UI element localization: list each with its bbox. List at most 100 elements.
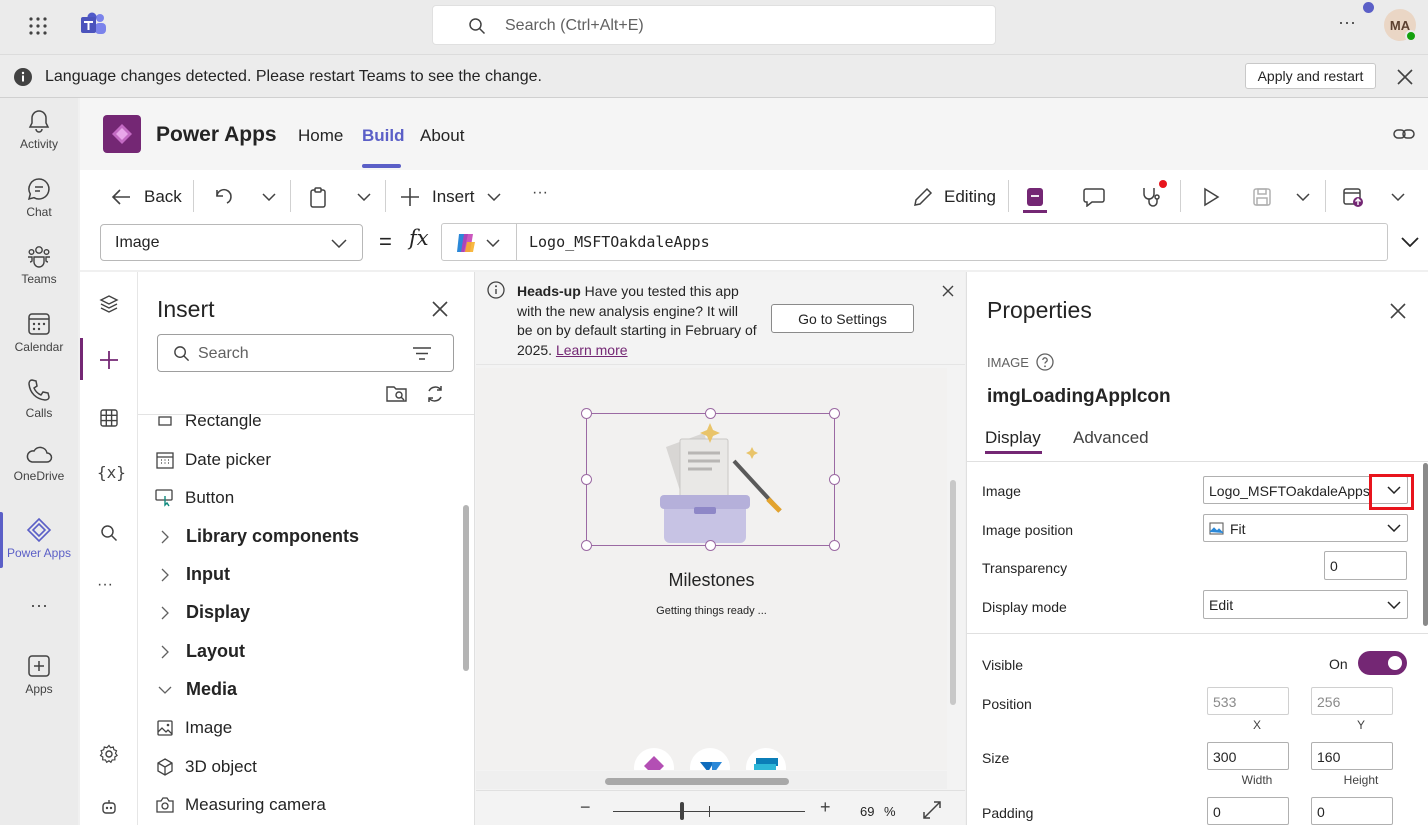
close-icon[interactable] <box>1388 301 1408 321</box>
tab-display[interactable]: Display <box>985 428 1041 448</box>
resize-handle[interactable] <box>829 474 840 485</box>
filter-icon[interactable] <box>413 347 431 360</box>
publish-icon[interactable] <box>1339 183 1367 211</box>
chevron-down-icon[interactable] <box>353 186 375 208</box>
more-tools-button[interactable]: ··· <box>97 576 113 594</box>
copilot-button[interactable] <box>454 232 500 254</box>
resize-handle[interactable] <box>581 474 592 485</box>
insert-group-library-components[interactable]: Library components <box>154 526 359 547</box>
rail-item-chat[interactable]: Chat <box>0 176 78 219</box>
apply-and-restart-button[interactable]: Apply and restart <box>1245 63 1376 89</box>
properties-scrollbar[interactable] <box>1423 463 1428 626</box>
zoom-in-button[interactable]: + <box>820 797 831 818</box>
rail-item-calls[interactable]: Calls <box>0 377 78 420</box>
save-icon[interactable] <box>1248 183 1276 211</box>
insert-group-media[interactable]: Media <box>154 679 237 700</box>
more-options-button[interactable]: ··· <box>1338 12 1356 33</box>
screen-subtitle[interactable]: Getting things ready ... <box>476 605 947 617</box>
rail-item-activity[interactable]: Activity <box>0 108 78 151</box>
insert-item-measuring-camera[interactable]: Measuring camera <box>154 794 326 816</box>
insert-item-3d-object[interactable]: 3D object <box>154 756 257 778</box>
expand-formula-icon[interactable] <box>1398 232 1422 252</box>
virtual-agent-icon[interactable] <box>96 795 122 821</box>
zoom-out-button[interactable]: − <box>580 797 591 818</box>
editing-mode-button[interactable]: Editing <box>912 184 996 210</box>
control-selector[interactable]: Image <box>100 224 363 261</box>
resize-handle[interactable] <box>705 408 716 419</box>
search-icon[interactable] <box>96 520 122 546</box>
insert-item-date-picker[interactable]: Date picker <box>154 449 271 471</box>
data-table-icon[interactable] <box>96 405 122 431</box>
padding-bottom-input[interactable]: 0 <box>1311 797 1393 825</box>
app-launcher-icon[interactable] <box>26 14 50 38</box>
insert-panel-scrollbar[interactable] <box>463 505 469 671</box>
back-button[interactable]: Back <box>110 184 182 210</box>
rail-item-teams[interactable]: Teams <box>0 243 78 286</box>
insert-group-input[interactable]: Input <box>154 564 230 585</box>
app-header <box>80 98 1428 170</box>
insert-search-input[interactable]: Search <box>157 334 454 372</box>
resize-handle[interactable] <box>581 408 592 419</box>
comments-icon[interactable] <box>1080 183 1108 211</box>
insert-plus-icon[interactable] <box>96 347 122 373</box>
width-input[interactable]: 300 <box>1207 742 1289 770</box>
resize-handle[interactable] <box>705 540 716 551</box>
zoom-slider-thumb[interactable] <box>680 802 684 820</box>
rail-item-power-apps[interactable]: Power Apps <box>0 517 78 560</box>
height-input[interactable]: 160 <box>1311 742 1393 770</box>
canvas-vertical-scrollbar[interactable] <box>950 480 956 705</box>
insert-button[interactable]: Insert <box>400 184 501 210</box>
rail-item-onedrive[interactable]: OneDrive <box>0 444 78 483</box>
chevron-down-icon[interactable] <box>1387 186 1409 208</box>
chevron-down-icon[interactable] <box>1292 186 1314 208</box>
insert-item-button[interactable]: Button <box>154 487 234 509</box>
rail-more-apps-button[interactable]: ··· <box>0 595 78 616</box>
help-icon[interactable] <box>1035 352 1055 372</box>
go-to-settings-button[interactable]: Go to Settings <box>771 304 914 333</box>
control-name[interactable]: imgLoadingAppIcon <box>987 386 1171 408</box>
tree-view-icon[interactable] <box>96 291 122 317</box>
position-x-input[interactable]: 533 <box>1207 687 1289 715</box>
tab-home[interactable]: Home <box>298 126 343 146</box>
screen-title[interactable]: Milestones <box>476 570 947 591</box>
fit-to-window-icon[interactable] <box>922 800 942 820</box>
display-mode-select[interactable]: Edit <box>1203 590 1408 619</box>
insert-item-rectangle[interactable]: Rectangle <box>154 410 262 432</box>
search-input[interactable]: Search (Ctrl+Alt+E) <box>432 5 996 45</box>
refresh-icon[interactable] <box>424 383 446 405</box>
resize-handle[interactable] <box>581 540 592 551</box>
paste-icon[interactable] <box>305 184 331 210</box>
insert-group-layout[interactable]: Layout <box>154 641 245 662</box>
bell-icon <box>28 110 50 133</box>
insert-item-image[interactable]: Image <box>154 717 232 739</box>
rail-item-calendar[interactable]: Calendar <box>0 311 78 354</box>
tab-about[interactable]: About <box>420 126 464 146</box>
canvas-horizontal-scrollbar[interactable] <box>605 778 789 785</box>
tab-build[interactable]: Build <box>362 126 405 146</box>
resize-handle[interactable] <box>829 540 840 551</box>
image-position-select[interactable]: Fit <box>1203 514 1408 542</box>
app-checker-icon[interactable] <box>1020 182 1050 212</box>
chevron-down-icon[interactable] <box>258 186 280 208</box>
settings-gear-icon[interactable] <box>96 741 122 767</box>
undo-icon[interactable] <box>210 184 236 210</box>
close-icon[interactable] <box>1394 66 1416 88</box>
learn-more-link[interactable]: Learn more <box>556 342 628 358</box>
tab-advanced[interactable]: Advanced <box>1073 428 1149 448</box>
resize-handle[interactable] <box>829 408 840 419</box>
insert-group-display[interactable]: Display <box>154 602 250 623</box>
close-icon[interactable] <box>430 299 450 319</box>
variables-icon[interactable]: {x} <box>97 463 126 482</box>
visible-toggle[interactable] <box>1358 651 1407 675</box>
more-commands-button[interactable]: ··· <box>532 184 548 202</box>
padding-top-input[interactable]: 0 <box>1207 797 1289 825</box>
formula-input[interactable]: Logo_MSFTOakdaleApps <box>441 223 1388 261</box>
play-icon[interactable] <box>1197 183 1225 211</box>
transparency-input[interactable]: 0 <box>1324 551 1407 580</box>
selection-box[interactable] <box>581 408 840 551</box>
position-y-input[interactable]: 256 <box>1311 687 1393 715</box>
rail-item-apps[interactable]: Apps <box>0 653 78 696</box>
folder-search-icon[interactable] <box>386 383 408 405</box>
link-icon[interactable] <box>1392 124 1416 144</box>
close-icon[interactable] <box>940 283 956 299</box>
